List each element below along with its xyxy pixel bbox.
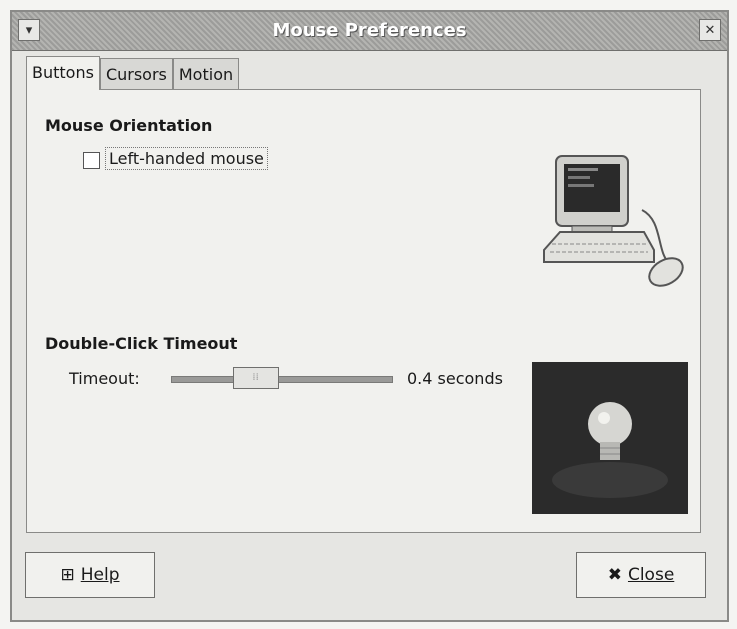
window-title: Mouse Preferences	[272, 20, 467, 41]
close-button[interactable]: ✖ Close	[576, 552, 706, 598]
lightbulb-icon	[552, 402, 668, 498]
window-close-button[interactable]: ✕	[699, 19, 721, 41]
timeout-slider-handle[interactable]: ⁞⁞	[232, 367, 279, 389]
buttons-tab-panel: Mouse Orientation Left-handed mouse Doub…	[26, 89, 701, 533]
x-icon: ✖	[607, 565, 622, 585]
tab-motion[interactable]: Motion	[172, 58, 240, 90]
title-bar[interactable]: ▾ Mouse Preferences ✕	[12, 12, 727, 51]
left-handed-checkbox[interactable]	[83, 152, 100, 169]
mouse-orientation-heading: Mouse Orientation	[45, 116, 213, 135]
left-handed-label[interactable]: Left-handed mouse	[105, 147, 268, 170]
timeout-label: Timeout:	[69, 369, 140, 388]
tab-buttons[interactable]: Buttons	[26, 56, 100, 90]
timeout-value: 0.4 seconds	[407, 369, 503, 388]
close-icon: ✕	[704, 22, 716, 38]
computer-mouse-icon	[543, 155, 684, 287]
close-button-label: Close	[627, 565, 675, 585]
double-click-heading: Double-Click Timeout	[45, 334, 238, 353]
timeout-slider-track[interactable]	[171, 376, 393, 383]
help-icon: ⊞	[60, 565, 75, 585]
grip-icon: ⁞⁞	[252, 372, 259, 383]
left-handed-label-text: Left-handed mouse	[109, 149, 264, 168]
tab-cursors[interactable]: Cursors	[99, 58, 173, 90]
help-button[interactable]: ⊞ Help	[25, 552, 155, 598]
double-click-test-area[interactable]	[532, 362, 688, 514]
help-button-label: Help	[80, 565, 120, 585]
tab-bar: Buttons Cursors Motion	[26, 56, 240, 90]
